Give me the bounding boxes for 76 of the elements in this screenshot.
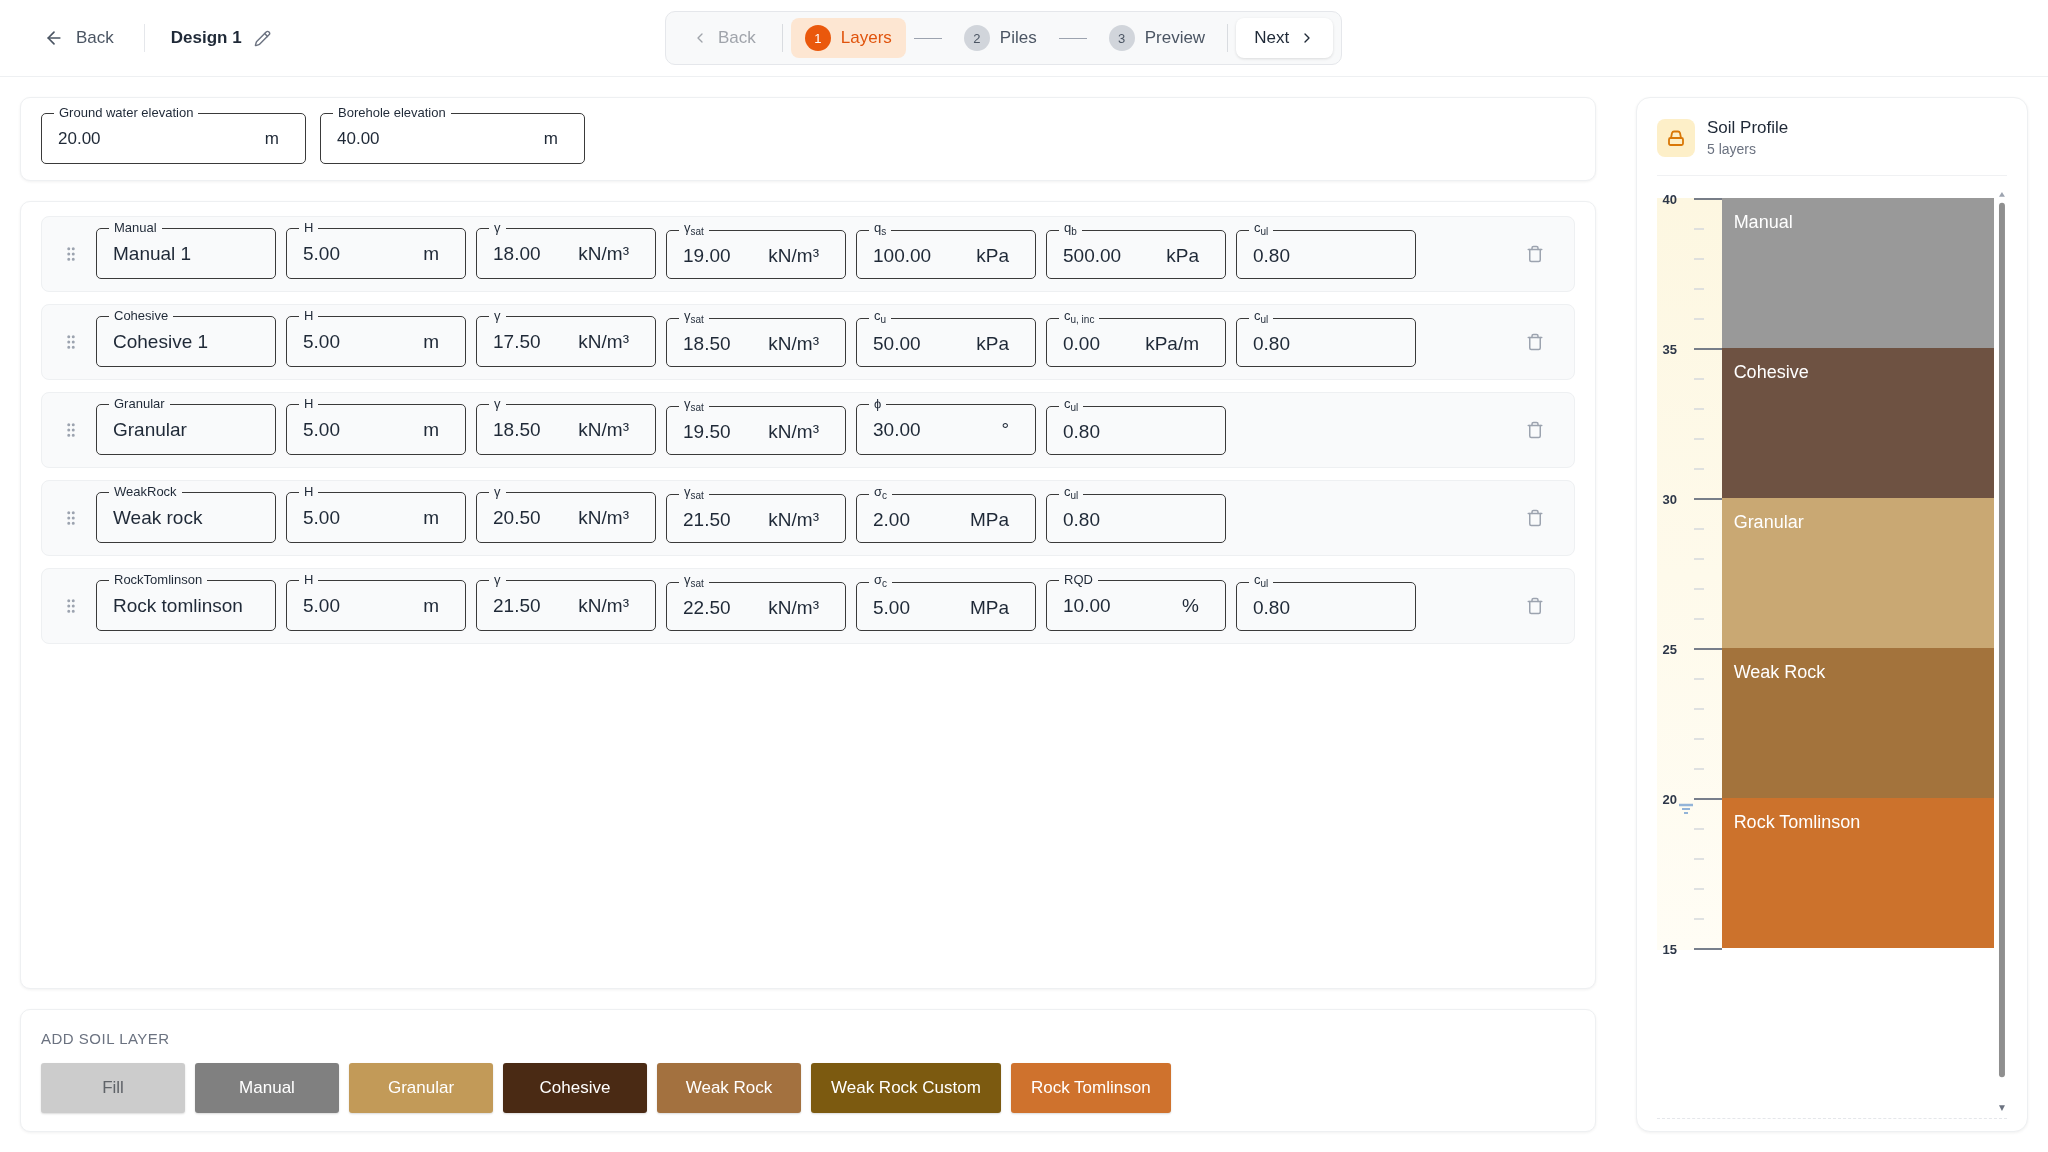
layer-label: Cohesive (1733, 362, 1809, 382)
field-label: Cohesive (113, 309, 170, 323)
field-label: c$_{ul}$ (1253, 309, 1270, 327)
next-button[interactable]: Next (1236, 18, 1334, 58)
input-field[interactable]: H 5.00 m (286, 485, 466, 543)
field-label: γ (493, 485, 502, 499)
axis-label: 35 (1661, 341, 1677, 357)
field-label: H (303, 221, 315, 235)
axis-label: 15 (1661, 941, 1677, 957)
input-field[interactable]: Granular Granular (96, 397, 276, 455)
field-label: γ (493, 573, 502, 587)
input-field[interactable]: H 5.00 m (286, 397, 466, 455)
axis-label: 25 (1661, 641, 1677, 657)
axis-label: 30 (1661, 491, 1677, 507)
water-level-icon (1679, 803, 1693, 815)
layer-label: Weak Rock (1733, 662, 1826, 682)
field-label: c$_{ul}$ (1253, 221, 1270, 239)
field-label: σ$_{c}$ (873, 485, 889, 503)
field-label: Ground water elevation (58, 106, 195, 120)
field-label: H (303, 309, 315, 323)
input-field[interactable]: WeakRock Weak rock (96, 485, 276, 543)
input-field[interactable]: RQD 10.00 % (1046, 573, 1226, 631)
axis-label: 40 (1661, 191, 1677, 207)
field-label: c$_{ul}$ (1063, 397, 1080, 415)
field-label: c$_{ul}$ (1253, 573, 1270, 591)
field-label: ϕ (873, 397, 883, 411)
add-layer-button[interactable]: Manual (195, 1063, 339, 1113)
field-label: c$_{u, inc}$ (1063, 309, 1096, 327)
field-label: Granular (113, 397, 166, 411)
input-field[interactable]: Borehole elevation 40.00 m (320, 106, 585, 164)
field-label: RQD (1063, 573, 1094, 587)
input-field[interactable]: H 5.00 m (286, 221, 466, 279)
field-label: c$_{ul}$ (1063, 485, 1080, 503)
field-label: H (303, 485, 315, 499)
field-label: γ$_{sat}$ (683, 309, 705, 327)
add-layer-button[interactable]: Weak Rock Custom (811, 1063, 1001, 1113)
input-field[interactable]: RockTomlinson Rock tomlinson (96, 573, 276, 631)
field-label: H (303, 573, 315, 587)
field-label: γ$_{sat}$ (683, 485, 705, 503)
field-label: γ (493, 221, 502, 235)
input-field[interactable]: ϕ 30.00 ° (856, 397, 1036, 455)
back-button[interactable]: Back (40, 22, 118, 54)
step-tab[interactable]: 2 Piles (949, 18, 1051, 58)
field-label: RockTomlinson (113, 573, 204, 587)
section-title: ADD SOIL LAYER (41, 1030, 171, 1047)
field-label: γ (493, 309, 502, 323)
field-label: γ$_{sat}$ (683, 221, 705, 239)
field-label: q$_{b}$ (1063, 221, 1078, 239)
field-label: c$_{u}$ (873, 309, 888, 327)
field-label: γ$_{sat}$ (683, 573, 705, 591)
field-label: γ$_{sat}$ (683, 397, 705, 415)
layers-icon (1657, 118, 1695, 157)
input-field[interactable]: H 5.00 m (286, 573, 466, 631)
layer-label: Rock Tomlinson (1733, 812, 1861, 832)
add-layer-button[interactable]: Cohesive (503, 1063, 647, 1113)
step-tab[interactable]: 1 Layers (790, 18, 906, 58)
field-label: γ (493, 397, 502, 411)
field-label: WeakRock (113, 485, 178, 499)
layer-label: Manual (1733, 212, 1793, 232)
panel-title: Soil Profile (1707, 118, 1789, 138)
input-field[interactable]: Manual Manual 1 (96, 221, 276, 279)
input-field[interactable]: H 5.00 m (286, 309, 466, 367)
axis-label: 20 (1661, 791, 1677, 807)
design-title: Design 1 (170, 28, 242, 48)
input-field[interactable]: Ground water elevation 20.00 m (41, 106, 306, 164)
step-tab[interactable]: 3 Preview (1094, 18, 1220, 58)
add-layer-button[interactable]: Fill (41, 1063, 185, 1113)
field-label: H (303, 397, 315, 411)
add-layer-button[interactable]: Weak Rock (657, 1063, 801, 1113)
field-label: q$_{s}$ (873, 221, 888, 239)
field-label: Borehole elevation (337, 106, 447, 120)
layer-count: 5 layers (1707, 141, 1758, 157)
field-label: σ$_{c}$ (873, 573, 889, 591)
input-field[interactable]: Cohesive Cohesive 1 (96, 309, 276, 367)
field-label: Manual (113, 221, 158, 235)
layer-label: Granular (1733, 512, 1804, 532)
